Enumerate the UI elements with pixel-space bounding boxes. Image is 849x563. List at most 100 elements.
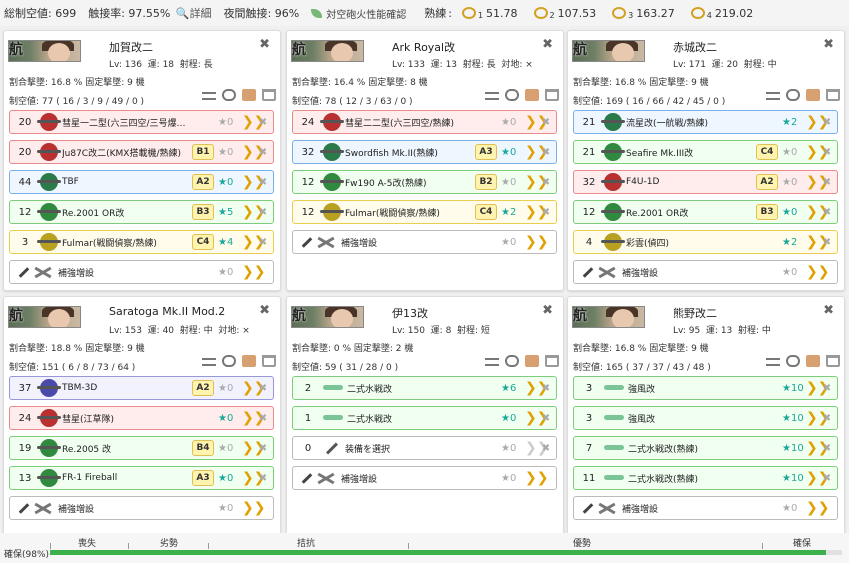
equipment-name[interactable]: 彩雲(偵四)	[626, 236, 756, 249]
chevron-right-icon[interactable]: ❯❯	[242, 408, 265, 428]
equipment-name[interactable]: Seafire Mk.III改	[626, 146, 756, 159]
close-icon[interactable]: ✖	[259, 37, 270, 52]
chevron-right-icon[interactable]: ❯❯	[525, 468, 548, 488]
chevron-right-icon[interactable]: ❯❯	[525, 112, 548, 132]
improvement-star[interactable]: ★0	[501, 177, 525, 188]
equipment-name[interactable]: Swordfish Mk.II(熟練)	[345, 146, 475, 159]
chevron-right-icon[interactable]: ❯❯	[806, 172, 829, 192]
improvement-star[interactable]: ★0	[218, 383, 242, 394]
chevron-right-icon[interactable]: ❯❯	[525, 202, 548, 222]
improvement-star[interactable]: ★6	[501, 383, 525, 394]
chevron-right-icon[interactable]: ❯❯	[242, 202, 265, 222]
equipment-name[interactable]: 強風改	[628, 412, 756, 425]
improvement-star[interactable]: ★10	[782, 413, 806, 424]
storage-icon[interactable]	[242, 89, 256, 101]
chevron-right-icon[interactable]: ❯❯	[806, 232, 829, 252]
ship-banner[interactable]: 航	[8, 40, 81, 62]
equipment-slot[interactable]: 12 Re.2001 OR改 B3 ★5 ❯❯ ✖	[9, 200, 274, 224]
improvement-star[interactable]: ★10	[782, 383, 806, 394]
ship-banner[interactable]: 航	[8, 306, 81, 328]
trash-icon[interactable]	[826, 89, 840, 101]
equipment-slot[interactable]: 3 強風改 ★10 ❯❯ ✖	[573, 376, 838, 400]
eye-icon[interactable]	[786, 355, 800, 367]
improvement-star[interactable]: ★0	[501, 237, 525, 248]
improvement-star[interactable]: ★10	[782, 443, 806, 454]
equipment-name[interactable]: 二式水戦改	[347, 412, 475, 425]
chevron-right-icon[interactable]: ❯❯	[242, 438, 265, 458]
close-icon[interactable]: ✖	[542, 303, 553, 318]
chevron-right-icon[interactable]: ❯❯	[806, 498, 829, 518]
equipment-slot[interactable]: 12 Fw190 A-5改(熟練) B2 ★0 ❯❯ ✖	[292, 170, 557, 194]
remove-icon[interactable]: ✖	[820, 473, 834, 484]
chevron-right-icon[interactable]: ❯❯	[525, 378, 548, 398]
proficiency-badge[interactable]: C4	[192, 234, 214, 250]
equipment-slot[interactable]: 21 流星改(一航戦/熟練) ★2 ❯❯ ✖	[573, 110, 838, 134]
ship-name[interactable]: Saratoga Mk.II Mod.2	[109, 305, 225, 318]
equipment-slot[interactable]: 32 F4U-1D A2 ★0 ❯❯ ✖	[573, 170, 838, 194]
equipment-name[interactable]: 彗星(江草隊)	[62, 412, 192, 425]
remove-icon[interactable]: ✖	[820, 207, 834, 218]
equipment-name[interactable]: 彗星二二型(六三四空/熟練)	[345, 116, 475, 129]
proficiency-badge[interactable]: B1	[192, 144, 214, 160]
ship-name[interactable]: Ark Royal改	[392, 39, 455, 55]
ship-banner[interactable]: 航	[572, 306, 645, 328]
chevron-right-icon[interactable]: ❯❯	[242, 142, 265, 162]
close-icon[interactable]: ✖	[542, 37, 553, 52]
improvement-star[interactable]: ★0	[782, 503, 806, 514]
remove-icon[interactable]: ✖	[820, 177, 834, 188]
proficiency-badge[interactable]: A3	[192, 470, 214, 486]
chevron-right-icon[interactable]: ❯❯	[242, 498, 265, 518]
equipment-slot[interactable]: 3 強風改 ★10 ❯❯ ✖	[573, 406, 838, 430]
remove-icon[interactable]: ✖	[539, 177, 553, 188]
remove-icon[interactable]: ✖	[539, 383, 553, 394]
equipment-name[interactable]: Fulmar(戦闘偵察/熟練)	[62, 236, 192, 249]
equipment-slot[interactable]: 1 二式水戦改 ★0 ❯❯ ✖	[292, 406, 557, 430]
remove-icon[interactable]: ✖	[820, 117, 834, 128]
equipment-name[interactable]: 二式水戦改	[347, 382, 475, 395]
remove-icon[interactable]: ✖	[256, 117, 270, 128]
remove-icon[interactable]: ✖	[256, 443, 270, 454]
storage-icon[interactable]	[242, 355, 256, 367]
chevron-right-icon[interactable]: ❯❯	[806, 112, 829, 132]
trash-icon[interactable]	[826, 355, 840, 367]
swap-icon[interactable]	[485, 358, 499, 366]
remove-icon[interactable]: ✖	[539, 117, 553, 128]
swap-icon[interactable]	[485, 92, 499, 100]
chevron-right-icon[interactable]: ❯❯	[806, 468, 829, 488]
ship-banner[interactable]: 航	[291, 40, 364, 62]
chevron-right-icon[interactable]: ❯❯	[525, 142, 548, 162]
chevron-right-icon[interactable]: ❯❯	[525, 232, 548, 252]
reinforcement-slot[interactable]: 補強増設★0❯❯✖	[9, 260, 274, 284]
equipment-slot[interactable]: 0 装備を選択 ★0 ❯❯ ✖	[292, 436, 557, 460]
equipment-slot[interactable]: 13 FR-1 Fireball A3 ★0 ❯❯ ✖	[9, 466, 274, 490]
trash-icon[interactable]	[262, 89, 276, 101]
improvement-star[interactable]: ★0	[218, 503, 242, 514]
reinforcement-slot[interactable]: 補強増設★0❯❯✖	[292, 466, 557, 490]
equipment-name[interactable]: FR-1 Fireball	[62, 473, 192, 483]
aa-check-button[interactable]: 対空砲火性能確認	[311, 6, 406, 21]
equipment-name[interactable]: TBF	[62, 177, 192, 187]
equipment-name[interactable]: 二式水戦改(熟練)	[628, 442, 756, 455]
ship-name[interactable]: 伊13改	[392, 305, 428, 321]
improvement-star[interactable]: ★0	[782, 147, 806, 158]
equipment-name[interactable]: Ju87C改二(KMX搭載機/熟練)	[62, 146, 192, 159]
equipment-slot[interactable]: 12 Fulmar(戦闘偵察/熟練) C4 ★2 ❯❯ ✖	[292, 200, 557, 224]
improvement-star[interactable]: ★0	[218, 413, 242, 424]
remove-icon[interactable]: ✖	[256, 413, 270, 424]
equipment-name[interactable]: 流星改(一航戦/熟練)	[626, 116, 756, 129]
improvement-star[interactable]: ★0	[218, 117, 242, 128]
chevron-right-icon[interactable]: ❯❯	[525, 172, 548, 192]
chevron-right-icon[interactable]: ❯❯	[806, 202, 829, 222]
chevron-right-icon[interactable]: ❯❯	[242, 378, 265, 398]
swap-icon[interactable]	[202, 92, 216, 100]
improvement-star[interactable]: ★0	[782, 207, 806, 218]
equipment-slot[interactable]: 24 彗星(江草隊) ★0 ❯❯ ✖	[9, 406, 274, 430]
reinforcement-slot[interactable]: 補強増設★0❯❯✖	[573, 496, 838, 520]
improvement-star[interactable]: ★0	[218, 443, 242, 454]
reinforcement-slot[interactable]: 補強増設★0❯❯✖	[292, 230, 557, 254]
remove-icon[interactable]: ✖	[256, 207, 270, 218]
equipment-name[interactable]: 彗星一二型(六三四空/三号爆弾搭...	[62, 116, 192, 129]
remove-icon[interactable]: ✖	[256, 473, 270, 484]
reinforcement-slot[interactable]: 補強増設★0❯❯✖	[573, 260, 838, 284]
equipment-slot[interactable]: 20 Ju87C改二(KMX搭載機/熟練) B1 ★0 ❯❯ ✖	[9, 140, 274, 164]
